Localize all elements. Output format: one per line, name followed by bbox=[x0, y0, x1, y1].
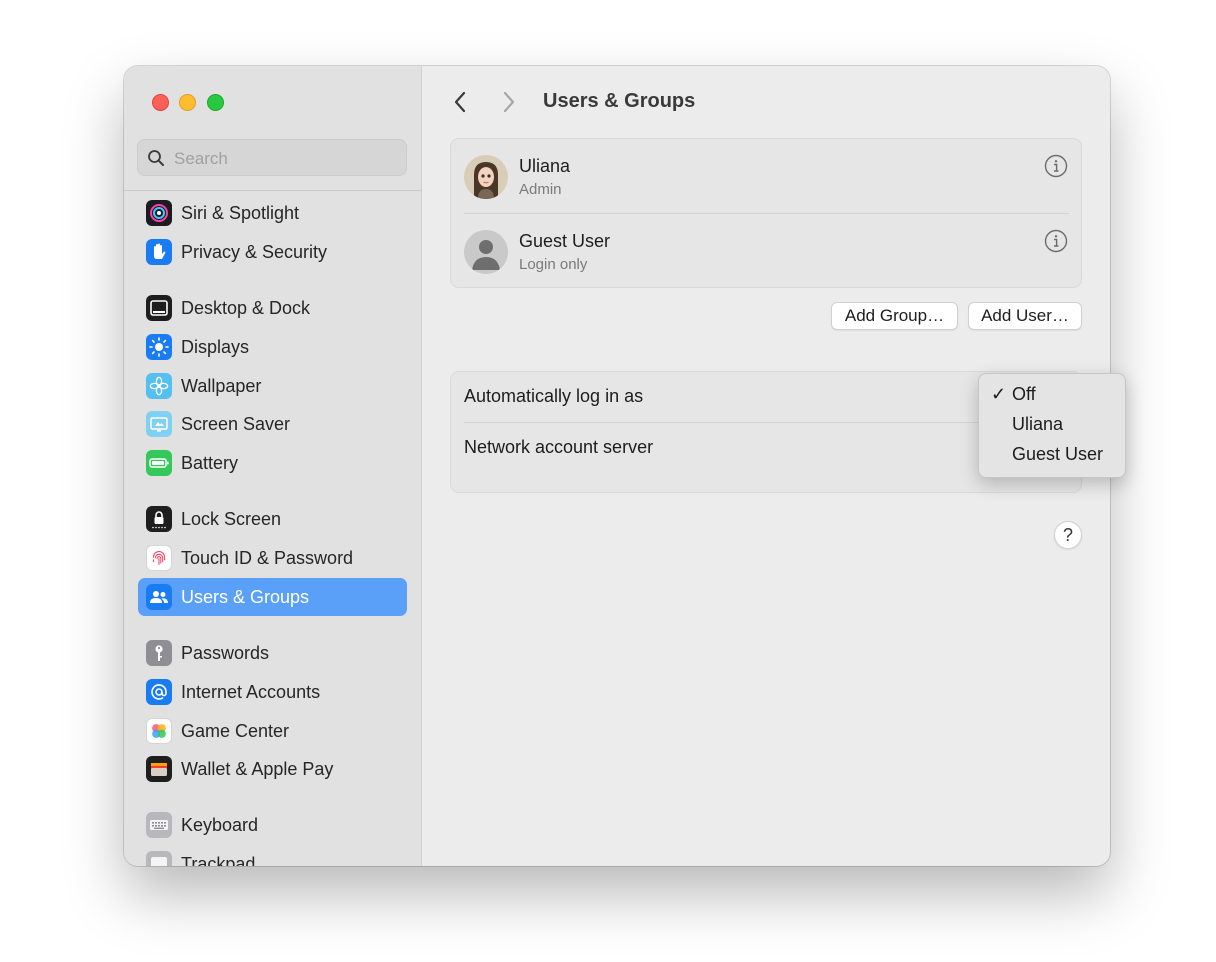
search-placeholder: Search bbox=[174, 149, 228, 168]
keyboard-icon bbox=[146, 812, 172, 838]
info-icon[interactable] bbox=[1044, 154, 1068, 178]
sidebar-item-users-groups[interactable]: Users & Groups bbox=[138, 578, 407, 616]
trackpad-icon bbox=[146, 851, 172, 866]
page-title: Users & Groups bbox=[543, 90, 696, 112]
sidebar-item-game-center[interactable]: Game Center bbox=[138, 712, 407, 750]
sidebar-item-displays[interactable]: Displays bbox=[138, 328, 407, 366]
sidebar: Search Siri & Spotlight Privacy & Securi… bbox=[124, 66, 422, 866]
hand-icon bbox=[146, 239, 172, 265]
settings-window: Search Siri & Spotlight Privacy & Securi… bbox=[124, 66, 1110, 866]
search-field[interactable]: Search bbox=[137, 139, 407, 176]
sidebar-item-label: Privacy & Security bbox=[181, 242, 328, 262]
popup-item-label: Off bbox=[1012, 384, 1036, 404]
sidebar-item-label: Wallet & Apple Pay bbox=[181, 759, 334, 779]
minimize-window-button[interactable] bbox=[179, 94, 196, 111]
game-center-icon bbox=[146, 718, 172, 744]
sidebar-item-lock-screen[interactable]: Lock Screen bbox=[138, 500, 407, 538]
add-group-button[interactable]: Add Group… bbox=[831, 302, 958, 330]
user-role: Admin bbox=[519, 181, 562, 198]
sidebar-item-label: Desktop & Dock bbox=[181, 298, 311, 318]
sidebar-item-wallpaper[interactable]: Wallpaper bbox=[138, 367, 407, 405]
chevron-right-icon[interactable] bbox=[501, 89, 517, 115]
dock-icon bbox=[146, 295, 172, 321]
search-icon bbox=[148, 150, 164, 166]
key-icon bbox=[146, 640, 172, 666]
network-server-label: Network account server bbox=[464, 437, 654, 457]
sidebar-item-siri-spotlight[interactable]: Siri & Spotlight bbox=[138, 194, 407, 232]
popup-item-guest-user[interactable]: Guest User bbox=[979, 441, 1125, 469]
user-role: Login only bbox=[519, 256, 588, 273]
screensaver-icon bbox=[146, 411, 172, 437]
auto-login-popup-menu: ✓ Off Uliana Guest User bbox=[978, 373, 1126, 478]
sidebar-item-internet-accounts[interactable]: Internet Accounts bbox=[138, 673, 407, 711]
popup-item-label: Uliana bbox=[1012, 414, 1064, 434]
sun-icon bbox=[146, 334, 172, 360]
popup-item-uliana[interactable]: Uliana bbox=[979, 411, 1125, 439]
at-icon bbox=[146, 679, 172, 705]
sidebar-divider bbox=[124, 190, 421, 191]
flower-icon bbox=[146, 373, 172, 399]
sidebar-item-screen-saver[interactable]: Screen Saver bbox=[138, 405, 407, 443]
sidebar-item-label: Passwords bbox=[181, 643, 270, 663]
users-list: Uliana Admin Guest User Login only bbox=[450, 138, 1082, 288]
sidebar-item-touch-id[interactable]: Touch ID & Password bbox=[138, 539, 407, 577]
sidebar-item-label: Game Center bbox=[181, 721, 290, 741]
sidebar-item-passwords[interactable]: Passwords bbox=[138, 634, 407, 672]
sidebar-item-label: Users & Groups bbox=[181, 587, 310, 607]
avatar bbox=[464, 230, 508, 274]
popup-item-off[interactable]: ✓ Off bbox=[979, 381, 1125, 409]
add-user-button[interactable]: Add User… bbox=[968, 302, 1082, 330]
sidebar-item-label: Keyboard bbox=[181, 815, 259, 835]
sidebar-item-label: Battery bbox=[181, 453, 239, 473]
user-name: Guest User bbox=[519, 231, 611, 251]
user-row-guest[interactable]: Guest User Login only bbox=[451, 214, 1083, 288]
chevron-left-icon[interactable] bbox=[452, 89, 468, 115]
help-button[interactable]: ? bbox=[1054, 521, 1082, 549]
battery-icon bbox=[146, 450, 172, 476]
fingerprint-icon bbox=[146, 545, 172, 571]
checkmark-icon: ✓ bbox=[991, 384, 1007, 404]
sidebar-item-label: Screen Saver bbox=[181, 414, 291, 434]
sidebar-item-label: Touch ID & Password bbox=[181, 548, 354, 568]
sidebar-item-privacy-security[interactable]: Privacy & Security bbox=[138, 233, 407, 271]
sidebar-item-label: Displays bbox=[181, 337, 250, 357]
user-name: Uliana bbox=[519, 156, 571, 176]
auto-login-label: Automatically log in as bbox=[464, 386, 644, 406]
sidebar-item-label: Siri & Spotlight bbox=[181, 203, 300, 223]
sidebar-item-trackpad[interactable]: Trackpad bbox=[138, 845, 407, 866]
sidebar-item-label: Lock Screen bbox=[181, 509, 282, 529]
sidebar-item-label: Wallpaper bbox=[181, 376, 262, 396]
siri-icon bbox=[146, 200, 172, 226]
sidebar-item-desktop-dock[interactable]: Desktop & Dock bbox=[138, 289, 407, 327]
sidebar-item-label: Trackpad bbox=[181, 854, 256, 866]
user-row-uliana[interactable]: Uliana Admin bbox=[451, 139, 1083, 214]
info-icon[interactable] bbox=[1044, 229, 1068, 253]
popup-item-label: Guest User bbox=[1012, 444, 1104, 464]
close-window-button[interactable] bbox=[152, 94, 169, 111]
lock-icon bbox=[146, 506, 172, 532]
zoom-window-button[interactable] bbox=[207, 94, 224, 111]
avatar bbox=[464, 155, 508, 199]
sidebar-item-battery[interactable]: Battery bbox=[138, 444, 407, 482]
sidebar-item-wallet[interactable]: Wallet & Apple Pay bbox=[138, 750, 407, 788]
users-icon bbox=[146, 584, 172, 610]
wallet-icon bbox=[146, 756, 172, 782]
sidebar-item-label: Internet Accounts bbox=[181, 682, 321, 702]
sidebar-item-keyboard[interactable]: Keyboard bbox=[138, 806, 407, 844]
